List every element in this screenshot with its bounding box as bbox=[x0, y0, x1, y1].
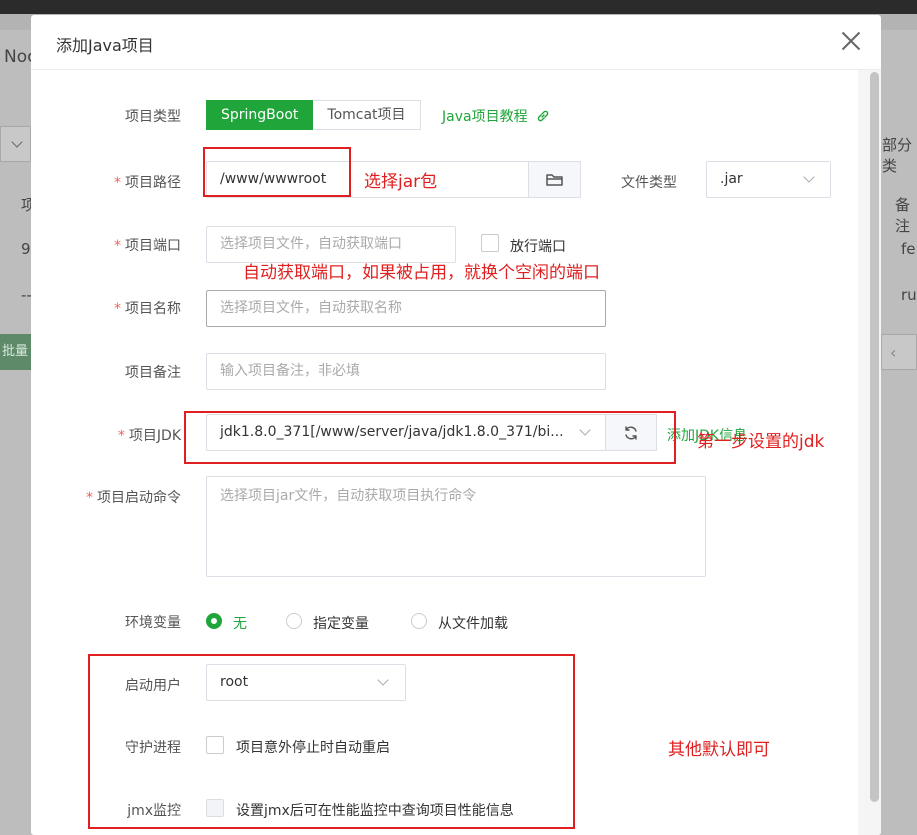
java-tutorial-link[interactable]: Java项目教程 bbox=[442, 106, 550, 126]
background-pager-prev: ‹ bbox=[881, 334, 917, 370]
chevron-down-icon bbox=[803, 171, 815, 183]
jmx-checkbox-label: 设置jmx后可在性能监控中查询项目性能信息 bbox=[236, 803, 514, 819]
project-jdk-label: * 项目JDK bbox=[117, 428, 181, 444]
background-dropdown bbox=[0, 126, 31, 162]
project-path-label: * 项目路径 bbox=[114, 175, 181, 191]
project-path-input[interactable]: /www/wwwroot bbox=[206, 161, 529, 198]
file-type-select[interactable]: .jar bbox=[706, 161, 831, 198]
open-port-label: 放行端口 bbox=[510, 239, 566, 255]
dialog-title: 添加Java项目 bbox=[56, 36, 154, 55]
chevron-down-icon bbox=[579, 424, 591, 436]
background-topbar bbox=[0, 0, 917, 14]
chevron-left-icon: ‹ bbox=[890, 343, 897, 362]
project-type-toggle: SpringBoot Tomcat项目 bbox=[206, 100, 421, 130]
project-name-label: * 项目名称 bbox=[114, 301, 181, 317]
file-type-label: 文件类型 bbox=[621, 175, 677, 191]
project-port-label: * 项目端口 bbox=[114, 238, 181, 254]
env-none-radio[interactable] bbox=[206, 613, 222, 629]
project-port-input[interactable]: 选择项目文件，自动获取端口 bbox=[206, 226, 456, 263]
refresh-jdk-button[interactable] bbox=[605, 414, 657, 451]
open-port-checkbox[interactable] bbox=[481, 234, 499, 252]
start-user-select[interactable]: root bbox=[206, 664, 406, 701]
springboot-option[interactable]: SpringBoot bbox=[206, 100, 314, 130]
start-command-textarea[interactable]: 选择项目jar文件，自动获取项目执行命令 bbox=[206, 476, 706, 577]
refresh-icon bbox=[625, 425, 637, 440]
env-vars-label: 环境变量 bbox=[125, 615, 181, 631]
env-file-label: 从文件加载 bbox=[438, 616, 508, 632]
start-user-label: 启动用户 bbox=[125, 678, 181, 694]
start-command-label: * 项目启动命令 bbox=[86, 490, 181, 506]
jmx-checkbox[interactable] bbox=[206, 799, 224, 817]
link-icon bbox=[537, 110, 549, 122]
add-java-project-dialog: 添加Java项目 项目类型 SpringBoot Tomcat项目 Java项目… bbox=[31, 15, 881, 835]
background-filter-fragment: 部分类 bbox=[882, 136, 913, 175]
dialog-header: 添加Java项目 bbox=[31, 15, 881, 70]
scrollbar-thumb[interactable] bbox=[870, 72, 879, 802]
chevron-down-icon bbox=[11, 136, 23, 148]
background-row-cell: ru bbox=[901, 286, 917, 304]
tomcat-option[interactable]: Tomcat项目 bbox=[313, 100, 421, 130]
project-name-input[interactable]: 选择项目文件，自动获取名称 bbox=[206, 290, 606, 327]
daemon-label: 守护进程 bbox=[125, 740, 181, 756]
env-file-radio[interactable] bbox=[411, 613, 427, 629]
jmx-label: jmx监控 bbox=[127, 803, 181, 819]
project-remark-label: 项目备注 bbox=[125, 365, 181, 381]
env-none-label: 无 bbox=[233, 616, 247, 632]
background-batch-button: 批量1 bbox=[0, 334, 31, 370]
project-type-label: 项目类型 bbox=[125, 109, 181, 125]
background-col-header: 备注 bbox=[895, 196, 911, 235]
env-specify-radio[interactable] bbox=[286, 613, 302, 629]
dialog-scrollbar[interactable] bbox=[858, 70, 881, 835]
background-row-cell: fe bbox=[901, 240, 916, 258]
auto-restart-checkbox[interactable] bbox=[206, 736, 224, 754]
chevron-down-icon bbox=[377, 674, 389, 686]
browse-folder-button[interactable] bbox=[528, 161, 581, 198]
close-icon[interactable] bbox=[837, 27, 865, 55]
project-remark-input[interactable]: 输入项目备注，非必填 bbox=[206, 353, 606, 390]
folder-icon bbox=[545, 173, 563, 186]
project-jdk-select[interactable]: jdk1.8.0_371[/www/server/java/jdk1.8.0_3… bbox=[206, 414, 606, 451]
add-jdk-link[interactable]: 添加JDK信息 bbox=[667, 425, 747, 445]
auto-restart-label: 项目意外停止时自动重启 bbox=[236, 740, 390, 756]
env-specify-label: 指定变量 bbox=[313, 616, 369, 632]
